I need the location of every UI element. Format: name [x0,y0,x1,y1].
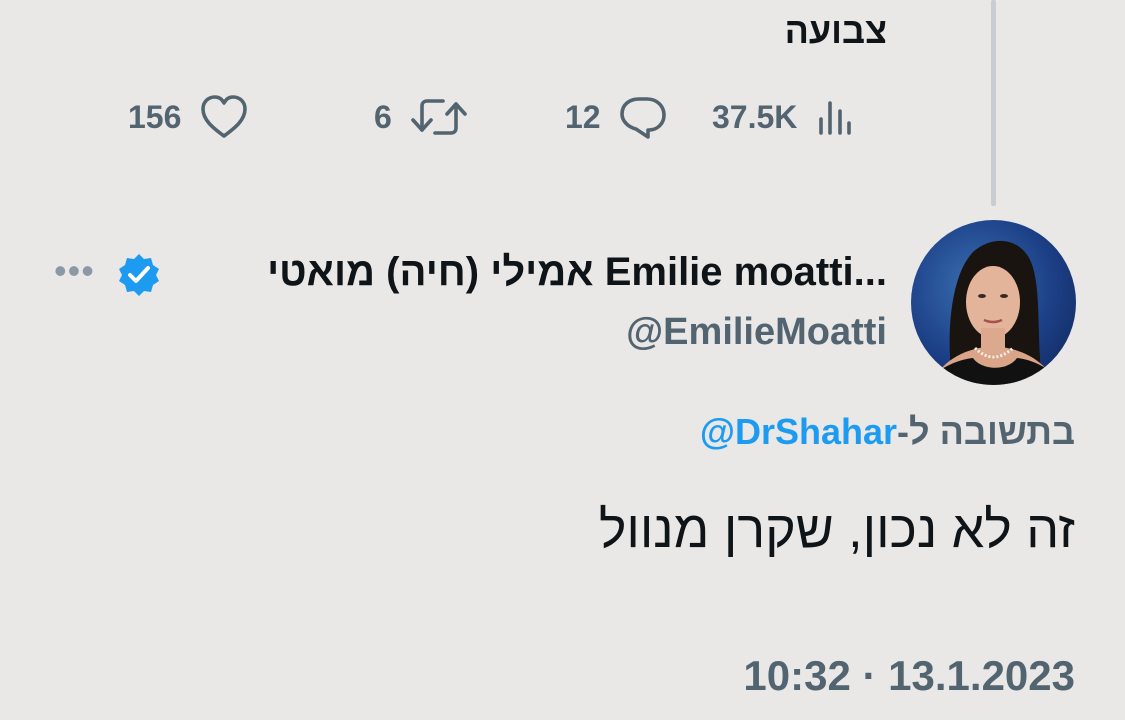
previous-tweet-text: צבועה [784,10,887,51]
replying-to: בתשובה ל-@DrShahar [700,411,1075,453]
views-count: 37.5K [712,98,798,135]
tweet-text: זה לא נכון, שקרן מנוול [598,501,1075,559]
verified-badge-icon [116,252,162,298]
reply-icon [619,94,667,140]
views-icon [815,97,855,137]
reply-button[interactable]: 12 [565,94,667,140]
replying-to-label: בתשובה ל- [897,411,1075,452]
retweet-count: 6 [374,98,392,135]
tweet-timestamp[interactable]: 10:32 · 13.1.2023 [743,652,1075,700]
like-button[interactable]: 156 [128,94,249,140]
avatar[interactable] [911,220,1076,385]
replying-to-mention[interactable]: @DrShahar [700,411,897,452]
views-metric[interactable]: 37.5K [712,94,855,140]
thread-connector-line [991,0,996,206]
retweet-button[interactable]: 6 [374,94,468,140]
like-icon [199,94,249,140]
display-name[interactable]: אמילי (חיה) מואטי Emilie moatti... [267,250,887,295]
user-handle[interactable]: @EmilieMoatti [626,311,887,354]
like-count: 156 [128,98,182,135]
more-dots-icon[interactable]: ••• [54,253,95,289]
retweet-icon [410,94,468,140]
reply-count: 12 [565,98,601,135]
